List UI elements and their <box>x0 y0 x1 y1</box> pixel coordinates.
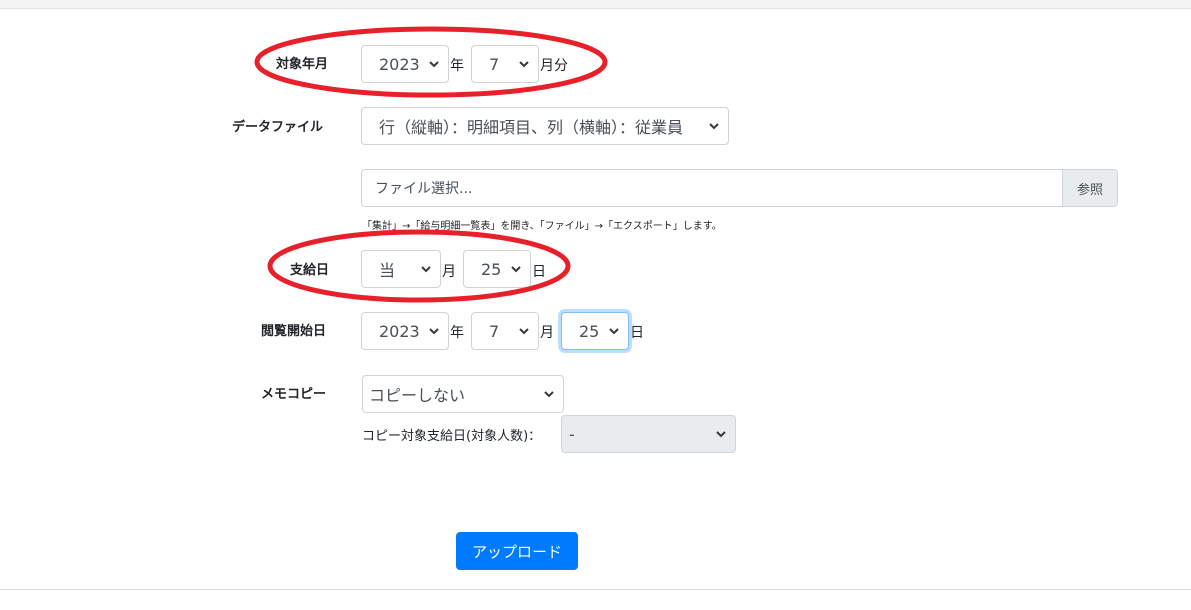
pay-month-unit: 月 <box>442 264 456 280</box>
file-placeholder: ファイル選択... <box>375 181 473 197</box>
memo-copy-label: メモコピー <box>261 387 327 402</box>
chevron-down-icon <box>417 265 435 273</box>
upload-button[interactable]: アップロード <box>456 532 578 570</box>
target-year-unit: 年 <box>450 58 464 74</box>
chevron-down-icon <box>425 60 443 68</box>
chevron-down-icon <box>515 327 533 335</box>
pay-day-label: 支給日 <box>290 263 330 278</box>
chevron-down-icon <box>540 390 558 398</box>
target-month-unit: 月分 <box>540 58 568 74</box>
view-start-year-select[interactable]: 2023 <box>361 312 449 350</box>
target-month-select[interactable]: 7 <box>471 45 539 83</box>
view-start-label: 閲覧開始日 <box>261 324 327 339</box>
file-input[interactable]: ファイル選択... 参照 <box>361 169 1118 207</box>
view-start-year-unit: 年 <box>450 325 464 341</box>
top-divider <box>0 0 1191 9</box>
chevron-down-icon <box>507 265 525 273</box>
chevron-down-icon <box>515 60 533 68</box>
chevron-down-icon <box>605 327 623 335</box>
pay-day-unit: 日 <box>532 264 546 280</box>
view-start-day-unit: 日 <box>630 325 644 341</box>
chevron-down-icon <box>705 122 723 130</box>
pay-day-select[interactable]: 25 <box>463 250 531 288</box>
view-start-month-unit: 月 <box>540 325 554 341</box>
bottom-divider <box>0 589 1191 590</box>
view-start-day-select[interactable]: 25 <box>561 312 629 350</box>
target-month-label: 対象年月 <box>276 57 329 72</box>
copy-target-select: - <box>561 415 736 453</box>
view-start-month-select[interactable]: 7 <box>471 312 539 350</box>
annotation-overlay <box>254 26 608 303</box>
data-file-label: データファイル <box>232 120 324 135</box>
chevron-down-icon <box>712 430 730 438</box>
copy-target-label: コピー対象支給日(対象人数)： <box>362 429 542 444</box>
memo-copy-select[interactable]: コピーしない <box>362 375 564 413</box>
pay-month-select[interactable]: 当 <box>361 250 441 288</box>
target-year-select[interactable]: 2023 <box>361 45 449 83</box>
export-instruction-note: 「集計」→「給与明細一覧表」を開き、「ファイル」→「エクスポート」します。 <box>362 221 722 232</box>
chevron-down-icon <box>425 327 443 335</box>
file-layout-select[interactable]: 行（縦軸）：明細項目、列（横軸）：従業員 <box>361 107 729 145</box>
browse-button[interactable]: 参照 <box>1062 170 1117 206</box>
